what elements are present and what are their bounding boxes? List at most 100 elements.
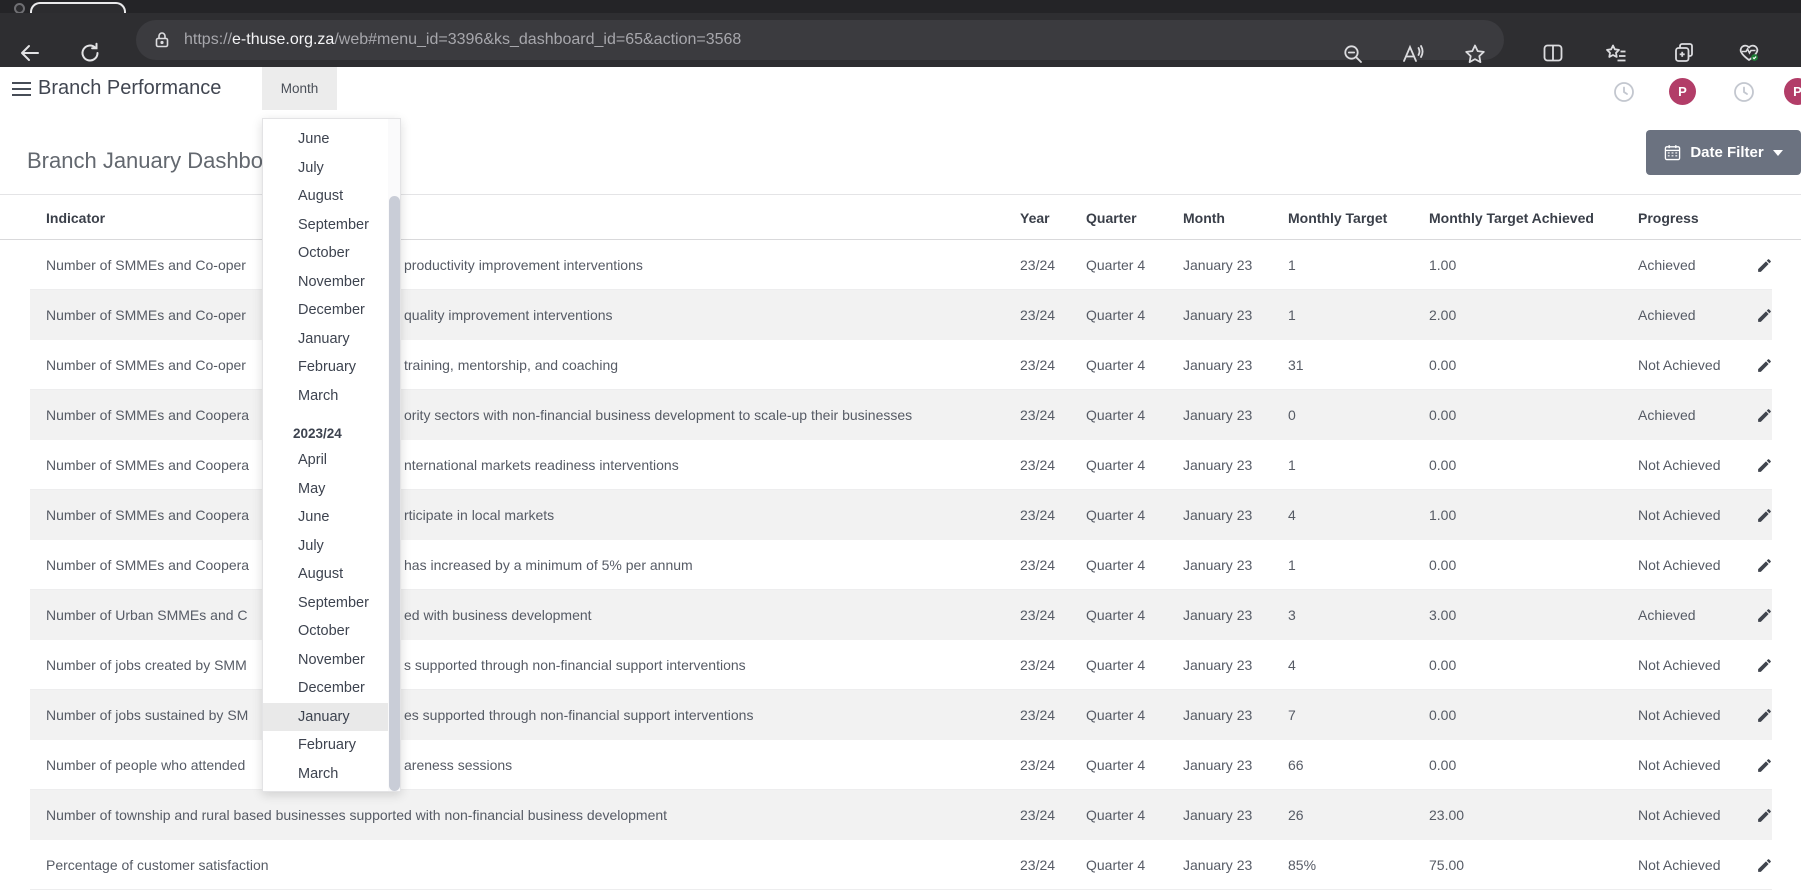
dropdown-item-june[interactable]: June [263,503,390,532]
dropdown-item-october[interactable]: October [263,239,390,268]
indicator-cell: Number of SMMEs and Coopera [46,557,250,573]
monthly-target-cell: 31 [1288,357,1304,373]
dropdown-item-march[interactable]: March [263,382,390,411]
collections-icon[interactable] [1604,41,1628,65]
refresh-icon[interactable] [78,41,102,65]
indicator-cell-continued: s supported through non-financial suppor… [404,657,746,673]
monthly-target-achieved-cell: 0.00 [1429,657,1457,673]
monthly-target-achieved-cell: 2.00 [1429,307,1457,323]
month-menu-button[interactable]: Month [262,67,337,110]
zoom-out-icon[interactable] [1341,42,1365,66]
quarter-cell: Quarter 4 [1086,707,1146,723]
year-cell: 23/24 [1020,807,1056,823]
year-cell: 23/24 [1020,657,1056,673]
month-cell: January 23 [1183,557,1253,573]
indicator-cell: Number of SMMEs and Coopera [46,457,250,473]
activity-clock-icon[interactable] [1733,81,1755,103]
split-screen-icon[interactable] [1541,41,1565,65]
indicator-cell-continued: quality improvement interventions [404,307,613,323]
indicator-cell-continued: training, mentorship, and coaching [404,357,619,373]
col-monthly-target: Monthly Target [1288,210,1388,226]
dropdown-item-february[interactable]: February [263,353,390,382]
indicator-cell-continued: ed with business development [404,607,592,623]
favorite-star-icon[interactable] [1463,42,1487,66]
monthly-target-cell: 66 [1288,757,1304,773]
month-cell: January 23 [1183,757,1253,773]
edit-pencil-icon[interactable] [1756,357,1773,374]
quarter-cell: Quarter 4 [1086,557,1146,573]
dropdown-item-september[interactable]: September [263,589,390,618]
monthly-target-achieved-cell: 0.00 [1429,407,1457,423]
edit-pencil-icon[interactable] [1756,507,1773,524]
edit-pencil-icon[interactable] [1756,757,1773,774]
edit-pencil-icon[interactable] [1756,307,1773,324]
edit-pencil-icon[interactable] [1756,857,1773,874]
dropdown-item-november[interactable]: November [263,646,390,675]
monthly-target-cell: 7 [1288,707,1296,723]
year-cell: 23/24 [1020,757,1056,773]
edit-pencil-icon[interactable] [1756,407,1773,424]
progress-cell: Not Achieved [1638,857,1721,873]
url-path: /web#menu_id=3396&ks_dashboard_id=65&act… [334,31,742,48]
lock-icon[interactable] [152,30,172,50]
edit-pencil-icon[interactable] [1756,557,1773,574]
duplicate-tab-icon[interactable] [1672,41,1696,65]
indicator-cell-continued: ority sectors with non-financial busines… [404,407,913,423]
edit-pencil-icon[interactable] [1756,457,1773,474]
dropdown-item-december[interactable]: December [263,674,390,703]
dropdown-item-june[interactable]: June [263,125,390,154]
dropdown-item-may[interactable]: May [263,475,390,504]
url-domain: e-thuse.org.za [232,31,335,48]
indicator-cell: Number of SMMEs and Co-oper [46,257,246,273]
dropdown-item-december[interactable]: December [263,296,390,325]
dropdown-item-august[interactable]: August [263,182,390,211]
dropdown-item-january[interactable]: January [263,325,390,354]
progress-cell: Not Achieved [1638,507,1721,523]
dropdown-scrollbar[interactable] [388,119,400,791]
indicator-cell: Number of people who attended [46,757,246,773]
url-scheme: https:// [184,31,233,48]
quarter-cell: Quarter 4 [1086,407,1146,423]
date-filter-label: Date Filter [1690,144,1764,161]
dropdown-item-july[interactable]: July [263,532,390,561]
dropdown-item-august[interactable]: August [263,560,390,589]
dropdown-item-february[interactable]: February [263,731,390,760]
browser-essentials-icon[interactable] [1737,41,1761,65]
month-dropdown-list: June July August September October November De… [263,119,390,788]
hamburger-menu-icon[interactable] [12,82,31,97]
dropdown-item-april[interactable]: April [263,446,390,475]
dashboard-page: Branch Performance Month P P Branch Janu… [0,67,1801,896]
read-aloud-icon[interactable] [1400,42,1424,66]
edit-pencil-icon[interactable] [1756,657,1773,674]
monthly-target-achieved-cell: 0.00 [1429,457,1457,473]
dropdown-item-october[interactable]: October [263,617,390,646]
edit-pencil-icon[interactable] [1756,257,1773,274]
dropdown-item-july[interactable]: July [263,154,390,183]
indicator-cell: Number of township and rural based busin… [46,807,668,823]
monthly-target-achieved-cell: 0.00 [1429,757,1457,773]
user-avatar[interactable]: P [1784,78,1801,105]
dropdown-item-november[interactable]: November [263,268,390,297]
date-filter-button[interactable]: Date Filter [1646,130,1801,175]
quarter-cell: Quarter 4 [1086,307,1146,323]
back-icon[interactable] [18,41,42,65]
progress-cell: Not Achieved [1638,657,1721,673]
indicator-cell: Number of SMMEs and Coopera [46,407,250,423]
progress-cell: Achieved [1638,257,1696,273]
year-cell: 23/24 [1020,707,1056,723]
user-avatar[interactable]: P [1669,78,1696,105]
monthly-target-cell: 4 [1288,657,1296,673]
activity-clock-icon[interactable] [1613,81,1635,103]
dropdown-scrollbar-thumb[interactable] [388,196,400,791]
edit-pencil-icon[interactable] [1756,607,1773,624]
edit-pencil-icon[interactable] [1756,807,1773,824]
page-title: Branch January Dashboard [27,148,295,173]
dropdown-item-september[interactable]: September [263,211,390,240]
indicator-cell-continued: rticipate in local markets [404,507,555,523]
dropdown-item-march[interactable]: March [263,760,390,789]
dropdown-item-january[interactable]: January [263,702,390,731]
col-quarter: Quarter [1086,210,1137,226]
address-bar[interactable]: https://e-thuse.org.za/web#menu_id=3396&… [136,20,1504,60]
year-cell: 23/24 [1020,607,1056,623]
edit-pencil-icon[interactable] [1756,707,1773,724]
